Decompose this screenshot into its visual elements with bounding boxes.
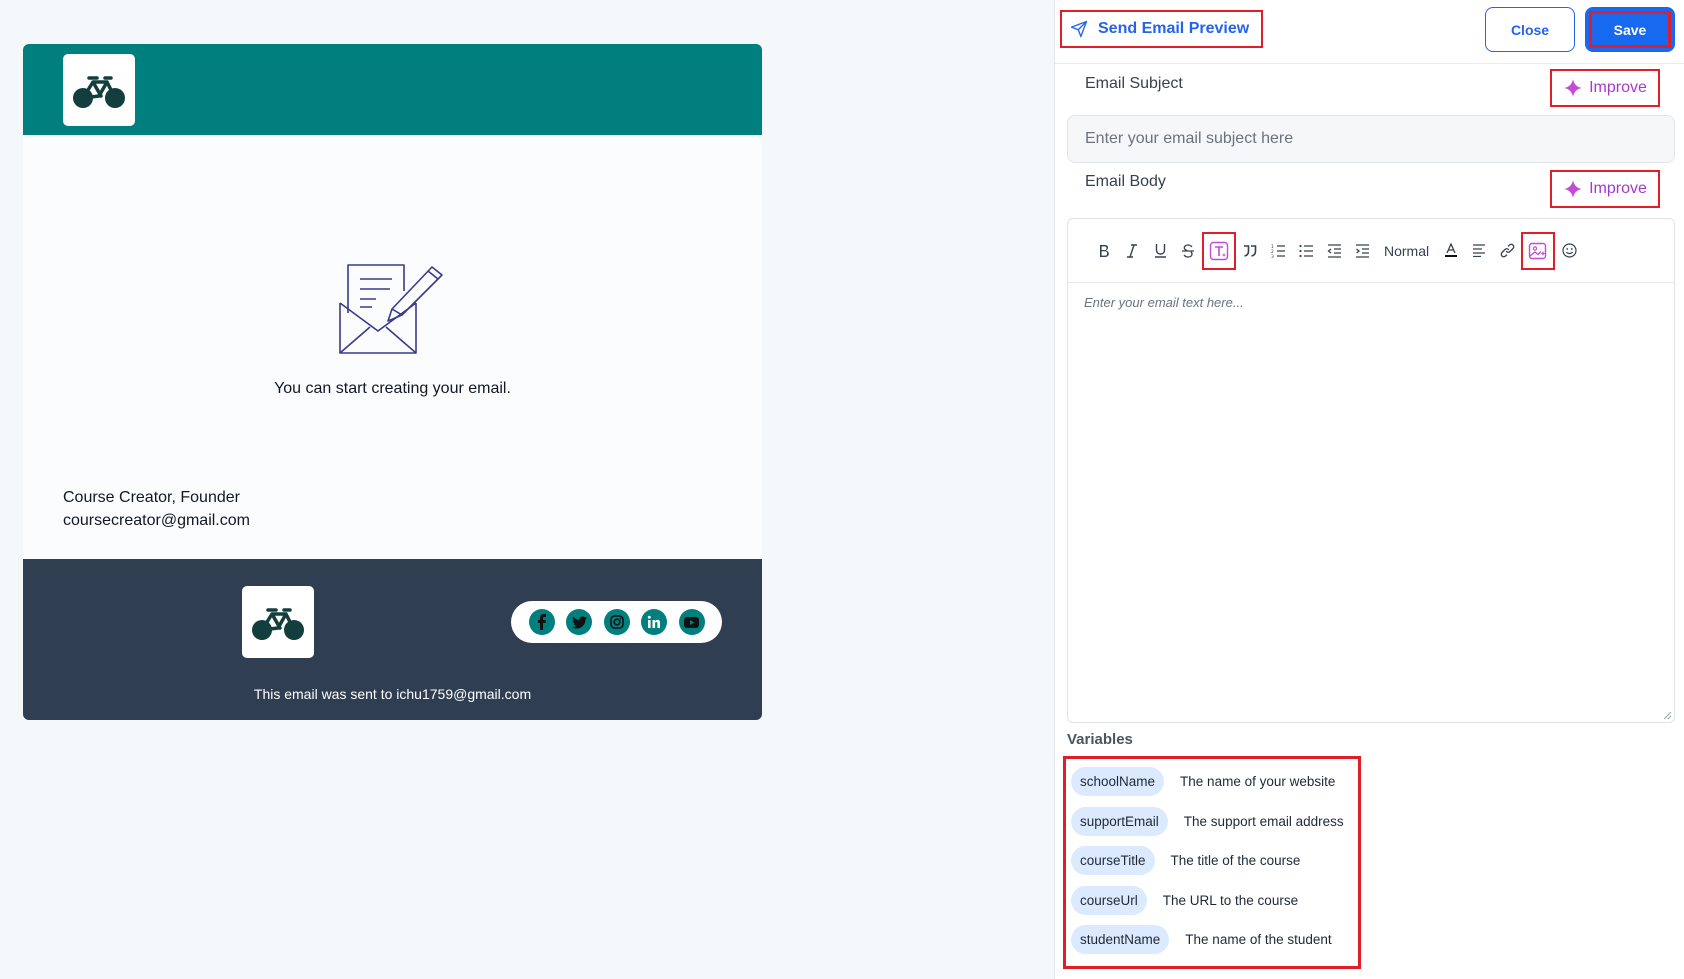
instagram-icon[interactable] bbox=[603, 609, 630, 635]
variable-row: courseTitle The title of the course bbox=[1071, 846, 1300, 875]
youtube-icon[interactable] bbox=[678, 609, 705, 635]
bicycle-icon bbox=[73, 76, 125, 108]
italic-icon[interactable] bbox=[1118, 234, 1146, 268]
resize-handle-icon[interactable] bbox=[1662, 710, 1672, 720]
send-icon bbox=[1070, 20, 1088, 38]
text-format-icon[interactable] bbox=[1202, 231, 1236, 270]
improve-body-label: Improve bbox=[1589, 180, 1647, 197]
svg-text:3: 3 bbox=[1271, 254, 1274, 258]
signature-name: Course Creator, Founder bbox=[63, 489, 240, 506]
header-logo bbox=[63, 54, 135, 126]
indent-icon[interactable] bbox=[1348, 234, 1376, 268]
align-icon[interactable] bbox=[1465, 234, 1493, 268]
variable-row: studentName The name of the student bbox=[1071, 925, 1332, 954]
variable-row: supportEmail The support email address bbox=[1071, 807, 1344, 836]
underline-icon[interactable] bbox=[1146, 234, 1174, 268]
improve-subject-button[interactable]: Improve bbox=[1550, 69, 1660, 107]
send-email-preview-label: Send Email Preview bbox=[1098, 20, 1250, 37]
empty-email-message: You can start creating your email. bbox=[274, 380, 511, 397]
email-body-preview: You can start creating your email. Cours… bbox=[23, 135, 762, 559]
variable-chip[interactable]: courseUrl bbox=[1071, 886, 1147, 915]
ai-image-icon[interactable] bbox=[1521, 231, 1556, 270]
improve-subject-label: Improve bbox=[1589, 79, 1647, 96]
footer-note: This email was sent to ichu1759@gmail.co… bbox=[253, 686, 532, 702]
email-editor-panel: Send Email Preview Close Save Email Subj… bbox=[1054, 0, 1684, 979]
variable-description: The name of your website bbox=[1180, 774, 1336, 789]
variable-chip[interactable]: studentName bbox=[1071, 925, 1170, 954]
font-color-icon[interactable] bbox=[1437, 234, 1465, 268]
editor-toolbar: 123 Normal bbox=[1068, 219, 1674, 283]
email-preview: You can start creating your email. Cours… bbox=[23, 44, 762, 720]
facebook-icon[interactable] bbox=[528, 609, 555, 635]
variable-chip[interactable]: supportEmail bbox=[1071, 807, 1168, 836]
improve-body-button[interactable]: Improve bbox=[1550, 170, 1660, 208]
variable-chip[interactable]: courseTitle bbox=[1071, 846, 1155, 875]
footer-logo bbox=[242, 586, 314, 658]
rich-text-editor: 123 Normal Enter your email text here... bbox=[1067, 218, 1675, 723]
sparkle-icon bbox=[1564, 180, 1583, 198]
text-style-select[interactable]: Normal bbox=[1376, 234, 1437, 268]
email-subject-input[interactable] bbox=[1067, 115, 1675, 163]
variable-description: The support email address bbox=[1183, 814, 1344, 829]
close-button[interactable]: Close bbox=[1485, 7, 1575, 52]
variable-description: The title of the course bbox=[1170, 853, 1301, 868]
variables-title: Variables bbox=[1067, 731, 1133, 748]
send-email-preview-button[interactable]: Send Email Preview bbox=[1060, 10, 1264, 48]
quote-icon[interactable] bbox=[1236, 234, 1264, 268]
bicycle-icon bbox=[252, 608, 304, 640]
twitter-icon[interactable] bbox=[566, 609, 592, 635]
variable-description: The name of the student bbox=[1185, 932, 1332, 947]
email-body-label: Email Body bbox=[1085, 173, 1166, 190]
variable-chip[interactable]: schoolName bbox=[1071, 767, 1165, 796]
variable-row: schoolName The name of your website bbox=[1071, 767, 1335, 796]
email-header bbox=[23, 44, 762, 135]
sparkle-icon bbox=[1564, 79, 1583, 97]
panel-toolbar: Send Email Preview Close Save bbox=[1055, 0, 1684, 64]
envelope-pencil-icon bbox=[339, 264, 443, 354]
variable-row: courseUrl The URL to the course bbox=[1071, 886, 1298, 915]
emoji-icon[interactable] bbox=[1555, 234, 1583, 268]
save-button-label: Save bbox=[1589, 11, 1671, 48]
variable-description: The URL to the course bbox=[1162, 893, 1299, 908]
link-icon[interactable] bbox=[1493, 234, 1521, 268]
linkedin-icon[interactable] bbox=[641, 609, 667, 635]
bullet-list-icon[interactable] bbox=[1292, 234, 1320, 268]
strikethrough-icon[interactable] bbox=[1174, 234, 1202, 268]
signature: Course Creator, Founder coursecreator@gm… bbox=[63, 486, 250, 532]
outdent-icon[interactable] bbox=[1320, 234, 1348, 268]
save-button[interactable]: Save bbox=[1585, 7, 1675, 52]
social-links bbox=[511, 601, 722, 643]
email-subject-label: Email Subject bbox=[1085, 75, 1183, 92]
email-body-editor[interactable]: Enter your email text here... bbox=[1068, 283, 1674, 322]
signature-email: coursecreator@gmail.com bbox=[63, 512, 250, 529]
email-footer: This email was sent to ichu1759@gmail.co… bbox=[23, 559, 762, 720]
bold-icon[interactable] bbox=[1090, 234, 1118, 268]
numbered-list-icon[interactable]: 123 bbox=[1264, 234, 1292, 268]
variables-list: schoolName The name of your website supp… bbox=[1063, 756, 1361, 969]
